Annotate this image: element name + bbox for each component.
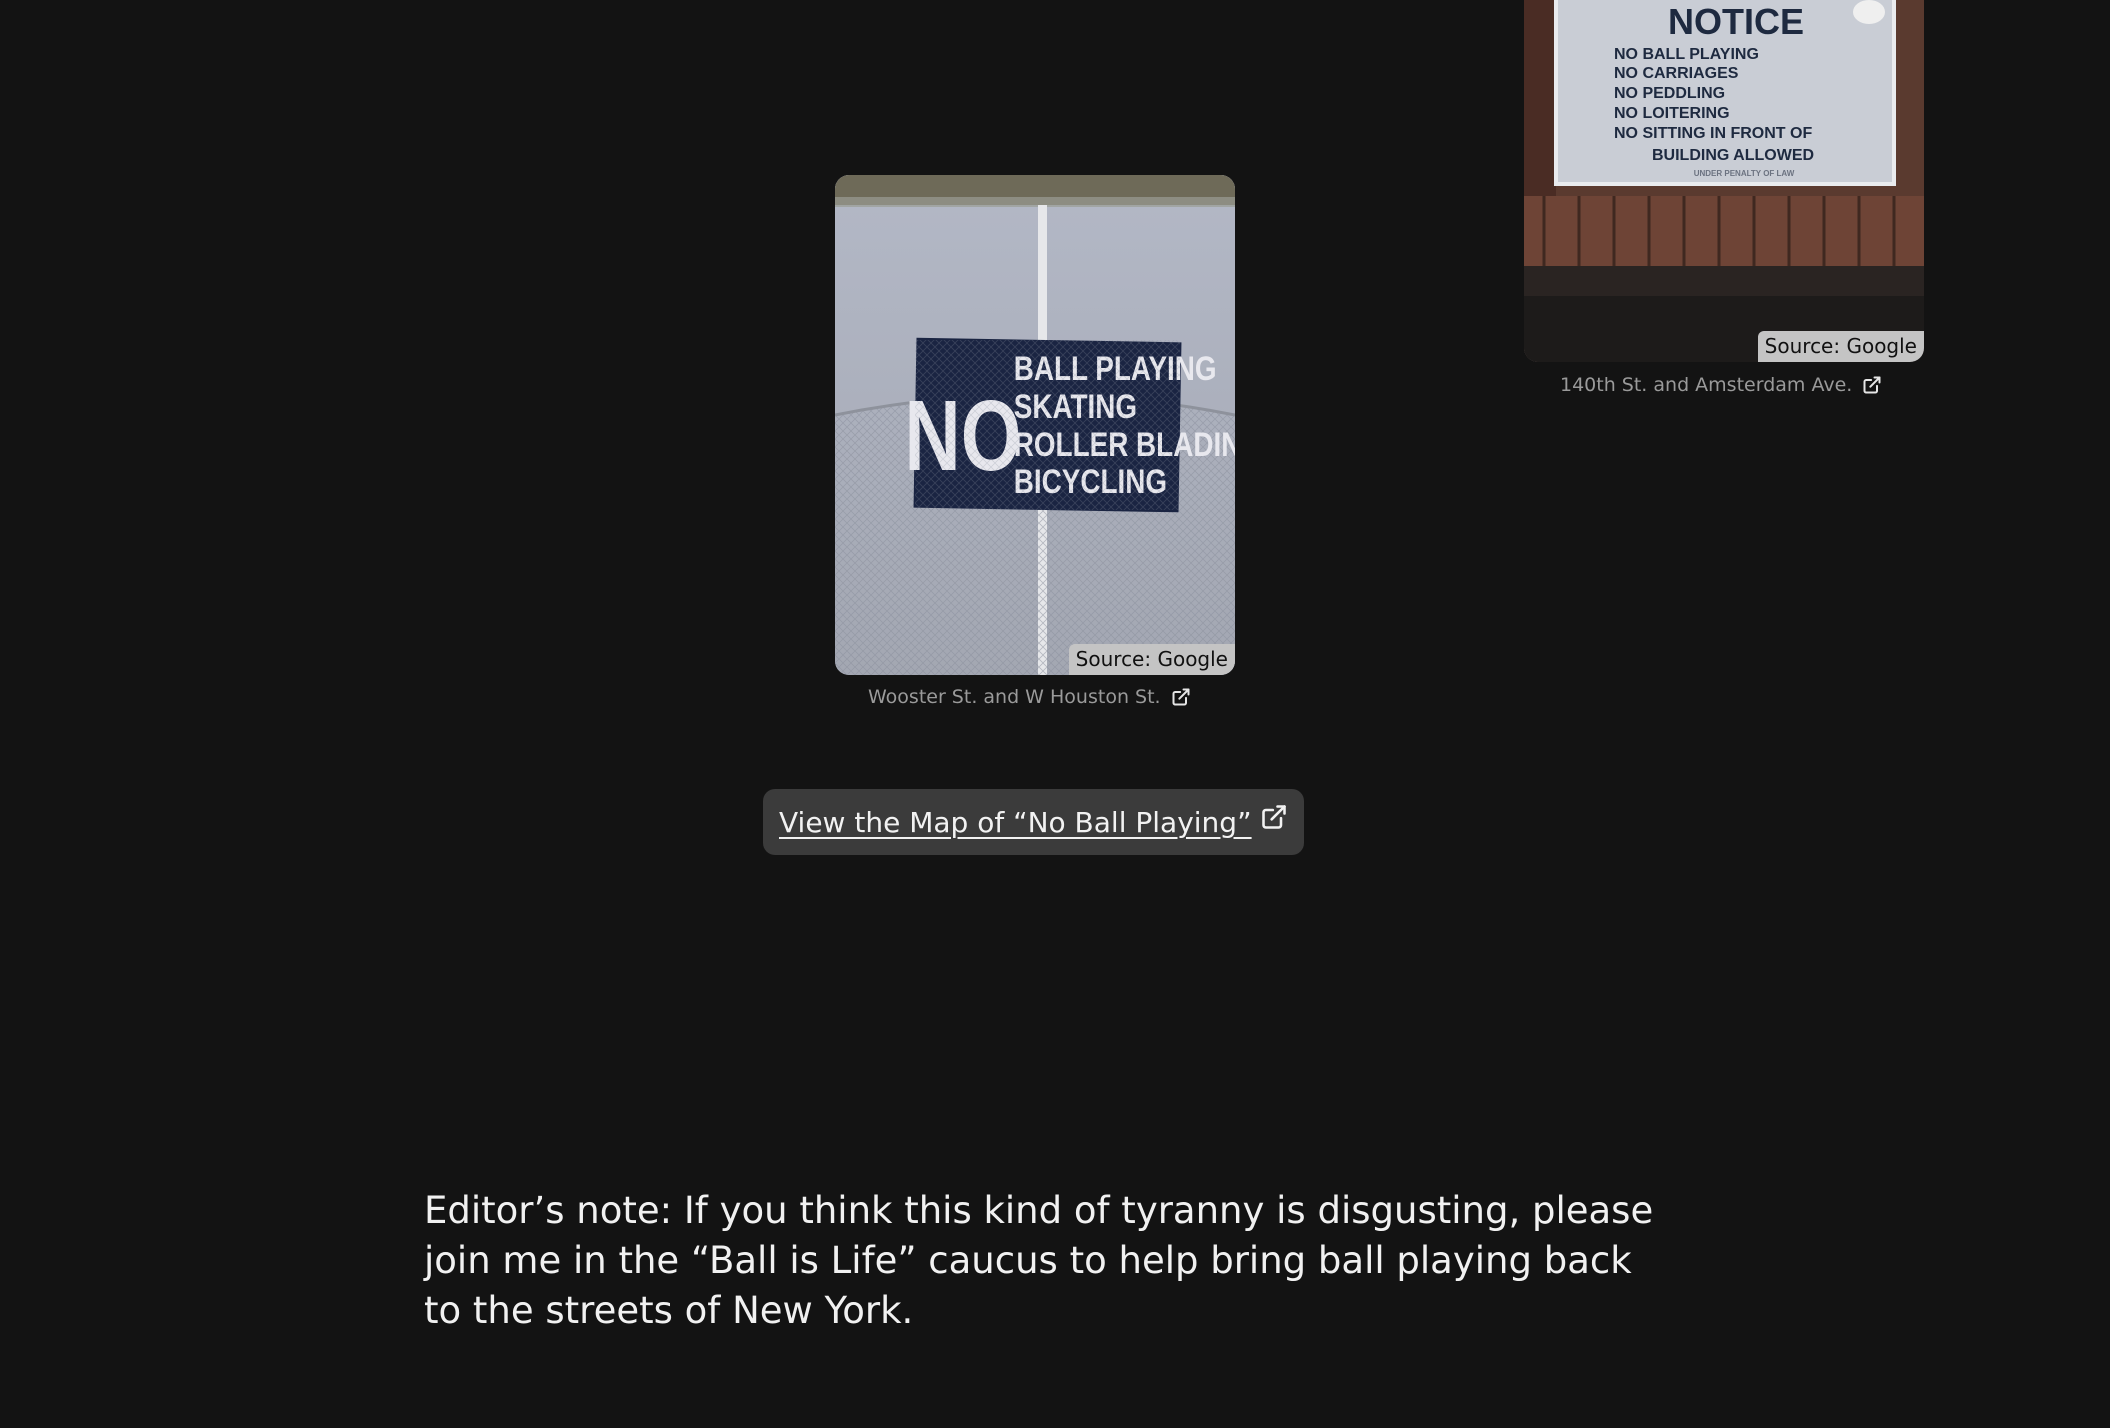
notice-line: NO BALL PLAYING <box>1614 46 1759 63</box>
figure-caption-link[interactable]: Wooster St. and W Houston St. <box>868 685 1191 709</box>
notice-line: UNDER PENALTY OF LAW <box>1694 169 1795 178</box>
notice-line: BUILDING ALLOWED <box>1652 147 1814 164</box>
external-link-icon <box>1260 803 1288 831</box>
editor-note: Editor’s note: If you think this kind of… <box>424 1189 1654 1332</box>
article-page: NO BALL PLAYING SKATING ROLLER BLADING B… <box>0 0 2110 1428</box>
photo-wooster-sign: NO BALL PLAYING SKATING ROLLER BLADING B… <box>835 175 1235 675</box>
external-link-icon[interactable] <box>1171 687 1191 707</box>
source-badge: Source: Google <box>1068 644 1235 675</box>
source-badge: Source: Google <box>1757 331 1924 362</box>
street-sign-photo: NO BALL PLAYING SKATING ROLLER BLADING B… <box>835 175 1235 675</box>
notice-sign-photo: NOTICE NO BALL PLAYING NO CARRIAGES NO P… <box>1524 0 1924 362</box>
view-map-button[interactable]: View the Map of “No Ball Playing” <box>763 789 1304 855</box>
notice-line: NO SITTING IN FRONT OF <box>1614 125 1812 142</box>
notice-heading: NOTICE <box>1668 1 1804 42</box>
notice-line: NO PEDDLING <box>1614 85 1725 102</box>
caption-text: Wooster St. and W Houston St. <box>868 686 1161 708</box>
notice-line: NO CARRIAGES <box>1614 65 1739 82</box>
external-link-icon[interactable] <box>1862 375 1882 395</box>
caption-text: 140th St. and Amsterdam Ave. <box>1560 374 1853 396</box>
figure-caption-link[interactable]: 140th St. and Amsterdam Ave. <box>1560 373 1882 397</box>
view-map-button-label: View the Map of “No Ball Playing” <box>779 805 1252 839</box>
photo-amsterdam-notice: NOTICE NO BALL PLAYING NO CARRIAGES NO P… <box>1524 0 1924 362</box>
notice-line: NO LOITERING <box>1614 105 1730 122</box>
